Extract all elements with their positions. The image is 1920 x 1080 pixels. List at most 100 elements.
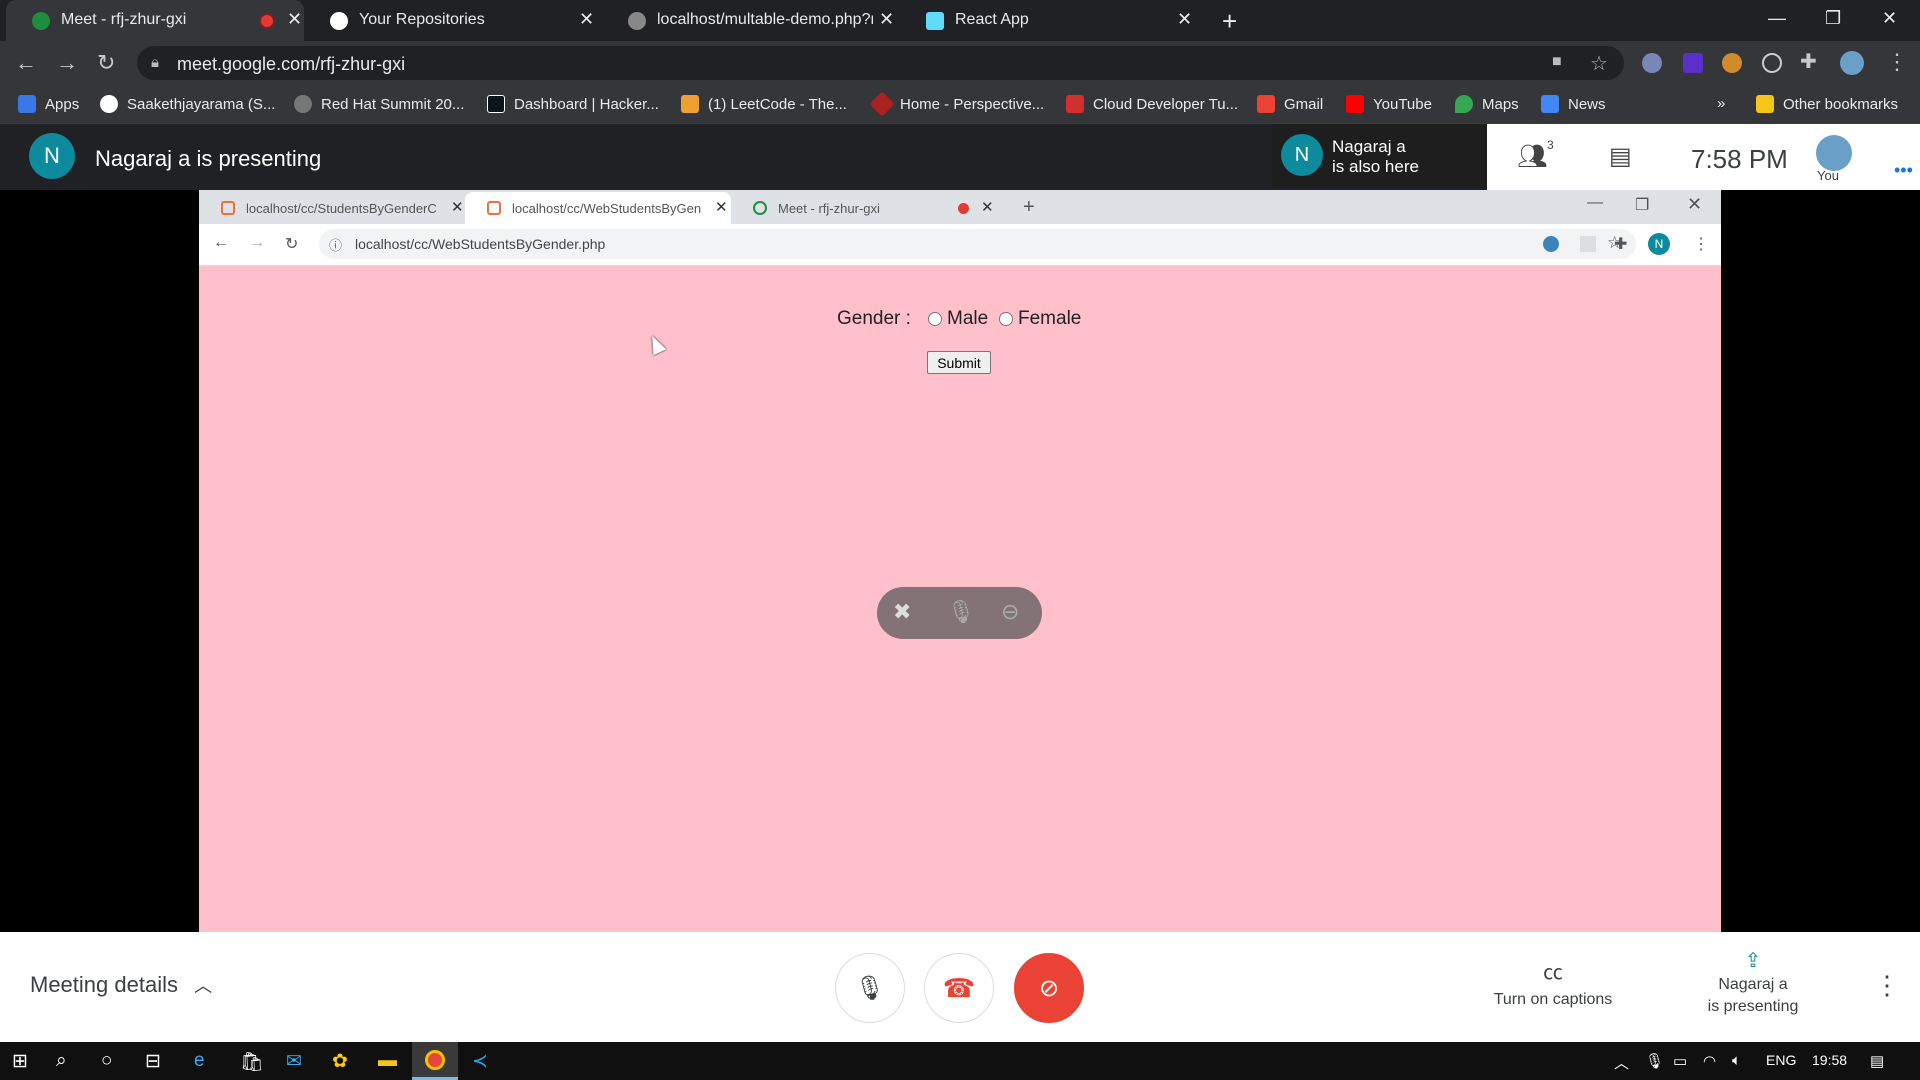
restore-icon[interactable]: ❐ (1825, 8, 1841, 29)
close-tab-icon[interactable]: ✕ (579, 9, 594, 30)
app-icon[interactable]: ✿ (332, 1050, 348, 1073)
present-now-button[interactable]: ⇪ Nagaraj a is presenting (1688, 950, 1818, 1018)
battery-icon[interactable]: ▭ (1673, 1052, 1687, 1070)
action-center-icon[interactable]: ▤ (1870, 1052, 1884, 1070)
people-icon[interactable]: 👥︎ (1517, 142, 1547, 171)
extension-purple-icon[interactable] (1683, 53, 1703, 73)
back-icon[interactable]: ← (15, 50, 37, 76)
store-icon[interactable]: 🛍︎ (240, 1050, 264, 1074)
reload-icon[interactable]: ↻ (97, 50, 115, 76)
mic-off-icon[interactable]: 🎙︎ (947, 599, 975, 625)
mail-icon[interactable]: ✉ (286, 1050, 302, 1073)
more-dots-icon[interactable]: ••• (1894, 160, 1913, 181)
windows-start-icon[interactable]: ⊞ (12, 1050, 28, 1073)
task-view-icon[interactable]: ⊟ (145, 1050, 161, 1073)
unpin-icon[interactable]: ✖ (893, 599, 911, 625)
omnibox[interactable]: 🔒︎ meet.google.com/rfj-zhur-gxi ■ ☆ (137, 46, 1624, 80)
forward-icon[interactable]: → (249, 234, 265, 252)
bookmark-youtube[interactable]: YouTube (1346, 95, 1432, 113)
radio-male[interactable] (928, 312, 942, 326)
camera-toggle-button[interactable]: ⊘ (1014, 953, 1084, 1023)
file-explorer-icon[interactable]: ▬ (378, 1050, 397, 1072)
extensions-puzzle-icon[interactable]: ✚ (1800, 49, 1817, 74)
more-options-icon[interactable]: ⋮ (1874, 970, 1900, 1001)
extensions-puzzle-icon[interactable]: ✚ (1614, 234, 1627, 254)
bookmark-gmail[interactable]: Gmail (1257, 95, 1323, 113)
bookmark-github[interactable]: Saakethjayarama (S... (100, 95, 275, 113)
bookmark-news[interactable]: News (1541, 95, 1606, 113)
close-tab-icon[interactable]: ✕ (1177, 9, 1192, 30)
submit-button[interactable]: Submit (927, 351, 991, 374)
tab-label: Your Repositories (359, 11, 485, 28)
bookmark-cloud-dev[interactable]: Cloud Developer Tu... (1066, 95, 1238, 113)
volume-icon[interactable]: 🔈︎ (1732, 1052, 1741, 1069)
remove-icon[interactable]: ⊖ (1001, 599, 1019, 625)
inner-tab-web-students[interactable]: localhost/cc/WebStudentsByGen ✕ (465, 192, 731, 224)
menu-dots-icon[interactable]: ⋮ (1886, 49, 1908, 75)
new-tab-button[interactable]: + (1023, 196, 1035, 219)
bookmark-apps[interactable]: Apps (18, 95, 79, 113)
extension-icon[interactable] (1543, 236, 1559, 252)
inner-address-row: ← → ↻ ⓘ localhost/cc/WebStudentsByGender… (199, 224, 1721, 266)
tray-mic-icon[interactable]: 🎙︎ (1645, 1052, 1664, 1070)
tab-label: Meet - rfj-zhur-gxi (61, 11, 187, 28)
reload-icon[interactable]: ↻ (285, 234, 298, 254)
cortana-icon[interactable]: ○ (101, 1050, 112, 1072)
close-window-icon[interactable]: ✕ (1687, 194, 1702, 215)
taskbar-clock[interactable]: 19:58 (1812, 1052, 1847, 1068)
tab-meet[interactable]: Meet - rfj-zhur-gxi ✕ (6, 0, 304, 41)
profile-avatar[interactable]: N (1648, 233, 1670, 255)
bookmark-star-icon[interactable]: ☆ (1590, 51, 1608, 76)
play-icon (294, 95, 312, 113)
back-icon[interactable]: ← (213, 234, 229, 252)
bookmarks-overflow-icon[interactable]: » (1717, 95, 1725, 112)
language-indicator[interactable]: ENG (1766, 1052, 1796, 1068)
vscode-icon[interactable]: ≺ (472, 1050, 488, 1073)
minimize-icon[interactable]: — (1587, 194, 1603, 212)
bookmark-leetcode[interactable]: (1) LeetCode - The... (681, 95, 847, 113)
close-window-icon[interactable]: ✕ (1882, 8, 1897, 29)
new-tab-button[interactable]: + (1222, 6, 1237, 37)
close-tab-icon[interactable]: ✕ (879, 9, 894, 30)
target-icon[interactable] (1762, 53, 1782, 73)
tab-multable-demo[interactable]: localhost/multable-demo.php?nu ✕ (602, 0, 900, 41)
tab-react-app[interactable]: React App ✕ (900, 0, 1198, 41)
close-tab-icon[interactable]: ✕ (715, 198, 728, 216)
turn-on-captions-button[interactable]: ㏄ Turn on captions (1478, 956, 1628, 1009)
cookie-icon[interactable] (1722, 53, 1742, 73)
restore-icon[interactable]: ❐ (1635, 195, 1649, 215)
leave-call-button[interactable]: ☎︎ (924, 953, 994, 1023)
close-tab-icon[interactable]: ✕ (287, 9, 302, 30)
inner-tab-meet[interactable]: Meet - rfj-zhur-gxi ✕ (731, 192, 997, 224)
menu-dots-icon[interactable]: ⋮ (1693, 234, 1709, 254)
bookmark-perspective[interactable]: Home - Perspective... (869, 91, 1044, 117)
extension-icon[interactable] (1580, 236, 1596, 252)
wifi-icon[interactable]: ◠ (1703, 1052, 1716, 1070)
also-here-card: N Nagaraj a is also here (1272, 124, 1487, 188)
forward-icon[interactable]: → (56, 50, 78, 76)
inner-tab-students-by-gender[interactable]: localhost/cc/StudentsByGenderC ✕ (199, 192, 465, 224)
bookmark-red-hat[interactable]: Red Hat Summit 20... (294, 95, 464, 113)
close-tab-icon[interactable]: ✕ (451, 198, 464, 216)
bookmark-maps[interactable]: Maps (1455, 95, 1519, 113)
profile-avatar[interactable] (1840, 51, 1864, 75)
minimize-icon[interactable]: — (1768, 8, 1786, 29)
meeting-details-button[interactable]: Meeting details ︿ (30, 972, 212, 998)
other-bookmarks[interactable]: Other bookmarks (1756, 95, 1898, 113)
microphone-button[interactable]: 🎙︎ (835, 953, 905, 1023)
radio-female[interactable] (999, 312, 1013, 326)
folder-icon (1756, 95, 1774, 113)
github-icon (100, 95, 118, 113)
camera-icon[interactable]: ■ (1552, 53, 1562, 71)
chat-icon[interactable]: ▤ (1609, 142, 1632, 171)
tab-your-repositories[interactable]: Your Repositories ✕ (304, 0, 602, 41)
react-devtools-icon[interactable] (1642, 53, 1662, 73)
bookmark-hackerrank[interactable]: Dashboard | Hacker... (487, 95, 659, 113)
search-icon[interactable]: ⌕ (56, 1050, 67, 1072)
inner-omnibox[interactable]: ⓘ localhost/cc/WebStudentsByGender.php ☆ (319, 229, 1636, 259)
edge-icon[interactable]: e (194, 1050, 205, 1072)
tray-up-icon[interactable]: ︿ (1614, 1052, 1629, 1073)
xampp-icon (487, 201, 501, 215)
chrome-taskbar-item[interactable] (412, 1042, 458, 1080)
close-tab-icon[interactable]: ✕ (981, 198, 994, 216)
